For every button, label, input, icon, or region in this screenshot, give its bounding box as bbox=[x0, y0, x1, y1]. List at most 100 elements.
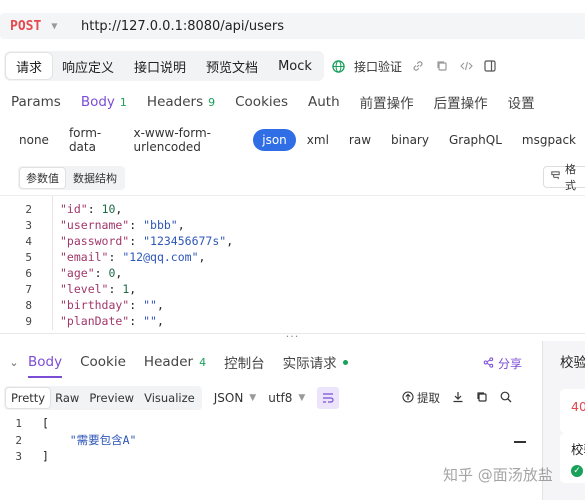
extract-button[interactable]: 提取 bbox=[402, 390, 440, 406]
body-sub-tabs: 参数值 数据结构 bbox=[18, 166, 125, 190]
tab-api-description[interactable]: 接口说明 bbox=[124, 53, 196, 79]
line-number: 8 bbox=[25, 298, 32, 312]
panel-toggle-icon[interactable] bbox=[482, 58, 498, 74]
check-icon: ✓ bbox=[571, 465, 583, 477]
code-text: "email": "12@qq.com", bbox=[60, 250, 206, 264]
body-type-msgpack[interactable]: msgpack bbox=[513, 129, 585, 151]
code-text: "birthday": "", bbox=[60, 298, 164, 312]
response-line: 2 "需要包含A" bbox=[0, 432, 136, 448]
tab-label: Auth bbox=[307, 94, 340, 110]
json-editor[interactable]: 2 "id": 10, 3 "username": "bbb", 4 "passwor… bbox=[0, 195, 585, 330]
body-type-binary[interactable]: binary bbox=[382, 129, 438, 151]
verify-button[interactable]: 接口验证 bbox=[354, 58, 402, 75]
line-number: 7 bbox=[25, 282, 32, 296]
tab-mock[interactable]: Mock bbox=[268, 53, 322, 79]
format-select[interactable]: JSON ▼ bbox=[214, 391, 257, 405]
status-code: 40 bbox=[571, 399, 585, 414]
url-input[interactable]: http://127.0.0.1:8080/api/users bbox=[72, 13, 585, 39]
globe-icon[interactable] bbox=[330, 58, 346, 74]
tab-preview-docs[interactable]: 预览文档 bbox=[196, 53, 268, 79]
share-button[interactable]: 分享 bbox=[483, 355, 522, 372]
body-type-xml[interactable]: xml bbox=[298, 129, 338, 151]
tab-body[interactable]: Body 1 bbox=[81, 88, 127, 116]
tab-console[interactable]: 控制台 bbox=[224, 346, 265, 378]
tab-response-cookie[interactable]: Cookie bbox=[80, 346, 126, 378]
format-select-value: JSON bbox=[213, 391, 244, 405]
line-number: 3 bbox=[25, 218, 32, 232]
tab-pre-actions[interactable]: 前置操作 bbox=[360, 88, 414, 116]
line-number: 2 bbox=[25, 202, 32, 216]
encoding-select[interactable]: utf8 ▼ bbox=[268, 391, 305, 405]
download-icon[interactable] bbox=[452, 391, 464, 406]
editor-line: 8 "birthday": "", bbox=[0, 297, 585, 313]
param-tabs: Params Body 1 Headers 9 Cookies Auth 前置操作 … bbox=[11, 88, 535, 116]
response-toolbar: Pretty Raw Preview Visualize JSON ▼ utf8 ▼ bbox=[4, 386, 340, 410]
tab-headers[interactable]: Headers 9 bbox=[147, 88, 215, 116]
format-button[interactable]: 格式 bbox=[543, 163, 585, 192]
tab-badge: 4 bbox=[199, 355, 207, 369]
wrap-lines-button[interactable] bbox=[317, 387, 340, 409]
line-number: 3 bbox=[15, 449, 22, 463]
chevron-down-icon: ▼ bbox=[249, 393, 257, 403]
tab-post-actions[interactable]: 后置操作 bbox=[434, 88, 488, 116]
copy-icon[interactable] bbox=[476, 391, 488, 406]
share-icon bbox=[483, 356, 494, 371]
encoding-select-value: utf8 bbox=[268, 391, 293, 405]
response-body-viewer[interactable]: 1[ 2 "需要包含A" 3] bbox=[0, 415, 530, 465]
tab-badge: 9 bbox=[208, 95, 216, 109]
tab-visualize[interactable]: Visualize bbox=[139, 388, 200, 408]
panel-resize-handle[interactable]: ··· bbox=[0, 331, 585, 345]
tab-label: 后置操作 bbox=[433, 96, 488, 112]
line-number: 1 bbox=[15, 416, 22, 430]
tab-response-body[interactable]: Body bbox=[28, 346, 63, 378]
tab-cookies[interactable]: Cookies bbox=[235, 88, 288, 116]
tab-auth[interactable]: Auth bbox=[308, 88, 340, 116]
tab-label: Cookie bbox=[80, 354, 126, 370]
tab-data-structure[interactable]: 数据结构 bbox=[67, 168, 123, 188]
tab-badge: 1 bbox=[119, 95, 127, 109]
format-label: 格式 bbox=[565, 163, 576, 192]
method-select[interactable]: POST ▼ bbox=[0, 13, 72, 39]
editor-line: 9 "planDate": "", bbox=[0, 313, 585, 329]
body-type-graphql[interactable]: GraphQL bbox=[440, 129, 511, 151]
code-text: "password": "123456677s", bbox=[60, 234, 234, 248]
body-type-urlencoded[interactable]: x-www-form-urlencoded bbox=[124, 126, 251, 154]
editor-line: 5 "email": "12@qq.com", bbox=[0, 249, 585, 265]
tab-label: Body bbox=[28, 354, 63, 370]
tab-actual-request[interactable]: 实际请求 bbox=[283, 346, 348, 378]
body-type-none[interactable]: none bbox=[10, 129, 58, 151]
tab-request[interactable]: 请求 bbox=[6, 53, 53, 79]
tab-param-values[interactable]: 参数值 bbox=[20, 168, 65, 188]
body-type-selector: none form-data x-www-form-urlencoded jso… bbox=[10, 126, 585, 154]
tab-raw[interactable]: Raw bbox=[50, 388, 84, 408]
code-icon[interactable] bbox=[458, 58, 474, 74]
tab-response-header[interactable]: Header 4 bbox=[144, 346, 206, 378]
editor-line: 7 "level": 1, bbox=[0, 281, 585, 297]
body-type-json[interactable]: json bbox=[253, 129, 296, 151]
copy-icon[interactable] bbox=[434, 58, 450, 74]
tab-label: 实际请求 bbox=[282, 356, 337, 372]
response-line: 3] bbox=[0, 448, 49, 464]
tab-preview[interactable]: Preview bbox=[84, 388, 139, 408]
tab-response-definition[interactable]: 响应定义 bbox=[52, 53, 124, 79]
code-text: "id": 10, bbox=[60, 202, 123, 216]
tab-settings[interactable]: 设置 bbox=[508, 88, 535, 116]
link-icon[interactable] bbox=[410, 58, 426, 74]
tab-label: 前置操作 bbox=[359, 96, 414, 112]
body-type-form-data[interactable]: form-data bbox=[60, 126, 123, 154]
chevron-down-icon: ▼ bbox=[298, 393, 306, 403]
body-type-raw[interactable]: raw bbox=[340, 129, 380, 151]
editor-line: 2 "id": 10, bbox=[0, 201, 585, 217]
search-icon[interactable] bbox=[500, 391, 512, 406]
chevron-down-icon[interactable]: ⌄ bbox=[0, 356, 28, 369]
code-text: "username": "bbb", bbox=[60, 218, 185, 232]
status-dot bbox=[342, 359, 348, 365]
editor-line: 6 "age": 0, bbox=[0, 265, 585, 281]
tab-params[interactable]: Params bbox=[11, 88, 61, 116]
tab-label: Params bbox=[11, 94, 61, 110]
code-text: "level": 1, bbox=[60, 282, 137, 296]
tab-label: 控制台 bbox=[224, 356, 265, 372]
line-number: 9 bbox=[25, 314, 32, 328]
tab-pretty[interactable]: Pretty bbox=[6, 388, 51, 408]
editor-line: 4 "password": "123456677s", bbox=[0, 233, 585, 249]
